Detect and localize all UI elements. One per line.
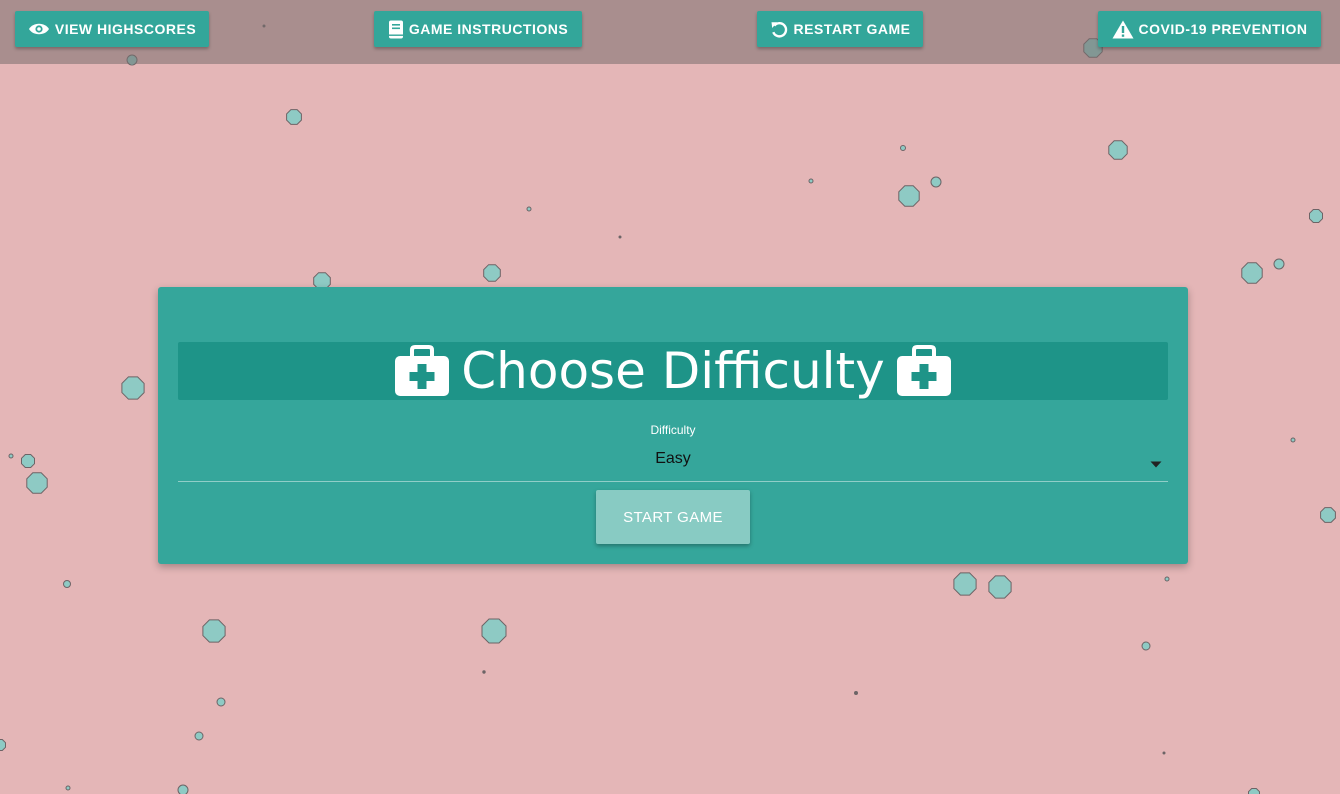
virus-particle <box>482 670 486 674</box>
view-highscores-button[interactable]: VIEW HIGHSCORES <box>15 11 209 47</box>
start-game-button[interactable]: START GAME <box>596 490 750 544</box>
virus-particle <box>953 572 977 596</box>
virus-particle <box>8 453 14 459</box>
virus-particle <box>286 109 302 125</box>
dialog-title: Choose Difficulty <box>461 342 885 400</box>
virus-particle <box>216 697 226 707</box>
difficulty-select-label: Difficulty <box>650 423 696 437</box>
virus-particle <box>526 206 532 212</box>
virus-particle <box>1162 751 1166 755</box>
virus-particle <box>618 235 622 239</box>
select-underline <box>178 481 1168 482</box>
virus-particle <box>202 619 226 643</box>
virus-particle <box>988 575 1012 599</box>
virus-particle <box>63 580 71 588</box>
dialog-title-bar: Choose Difficulty <box>178 342 1168 400</box>
virus-particle <box>121 376 145 400</box>
virus-particle <box>1309 209 1323 223</box>
restart-icon <box>770 20 789 39</box>
virus-particle <box>21 454 35 468</box>
medkit-icon <box>896 345 951 397</box>
virus-particle <box>177 784 189 794</box>
difficulty-dialog: Choose Difficulty Difficulty Easy START … <box>158 287 1188 564</box>
virus-particle <box>1164 576 1170 582</box>
view-highscores-label: VIEW HIGHSCORES <box>54 21 197 37</box>
virus-particle <box>900 145 906 151</box>
covid-prevention-button[interactable]: COVID-19 PREVENTION <box>1098 11 1321 47</box>
warning-icon <box>1112 20 1134 39</box>
virus-particle <box>930 176 942 188</box>
virus-particle <box>1241 262 1263 284</box>
difficulty-select[interactable]: Easy <box>178 450 1168 468</box>
virus-particle <box>26 472 48 494</box>
virus-particle <box>808 178 814 184</box>
virus-particle <box>1141 641 1151 651</box>
covid-prevention-label: COVID-19 PREVENTION <box>1138 21 1308 37</box>
virus-particle <box>65 785 71 791</box>
restart-game-button[interactable]: RESTART GAME <box>757 11 923 47</box>
virus-particle <box>194 731 204 741</box>
virus-particle <box>854 691 858 695</box>
book-icon <box>388 20 404 39</box>
eye-icon <box>28 22 50 36</box>
virus-particle <box>1320 507 1336 523</box>
restart-game-label: RESTART GAME <box>793 21 911 37</box>
virus-particle <box>1248 788 1260 794</box>
game-instructions-label: GAME INSTRUCTIONS <box>408 21 569 37</box>
virus-particle <box>1108 140 1128 160</box>
virus-particle <box>481 618 507 644</box>
virus-particle <box>483 264 501 282</box>
virus-particle <box>1273 258 1285 270</box>
virus-particle <box>0 739 6 751</box>
caret-down-icon[interactable] <box>1150 455 1162 473</box>
virus-particle <box>1290 437 1296 443</box>
medkit-icon <box>395 345 450 397</box>
game-instructions-button[interactable]: GAME INSTRUCTIONS <box>374 11 582 47</box>
virus-particle <box>898 185 920 207</box>
